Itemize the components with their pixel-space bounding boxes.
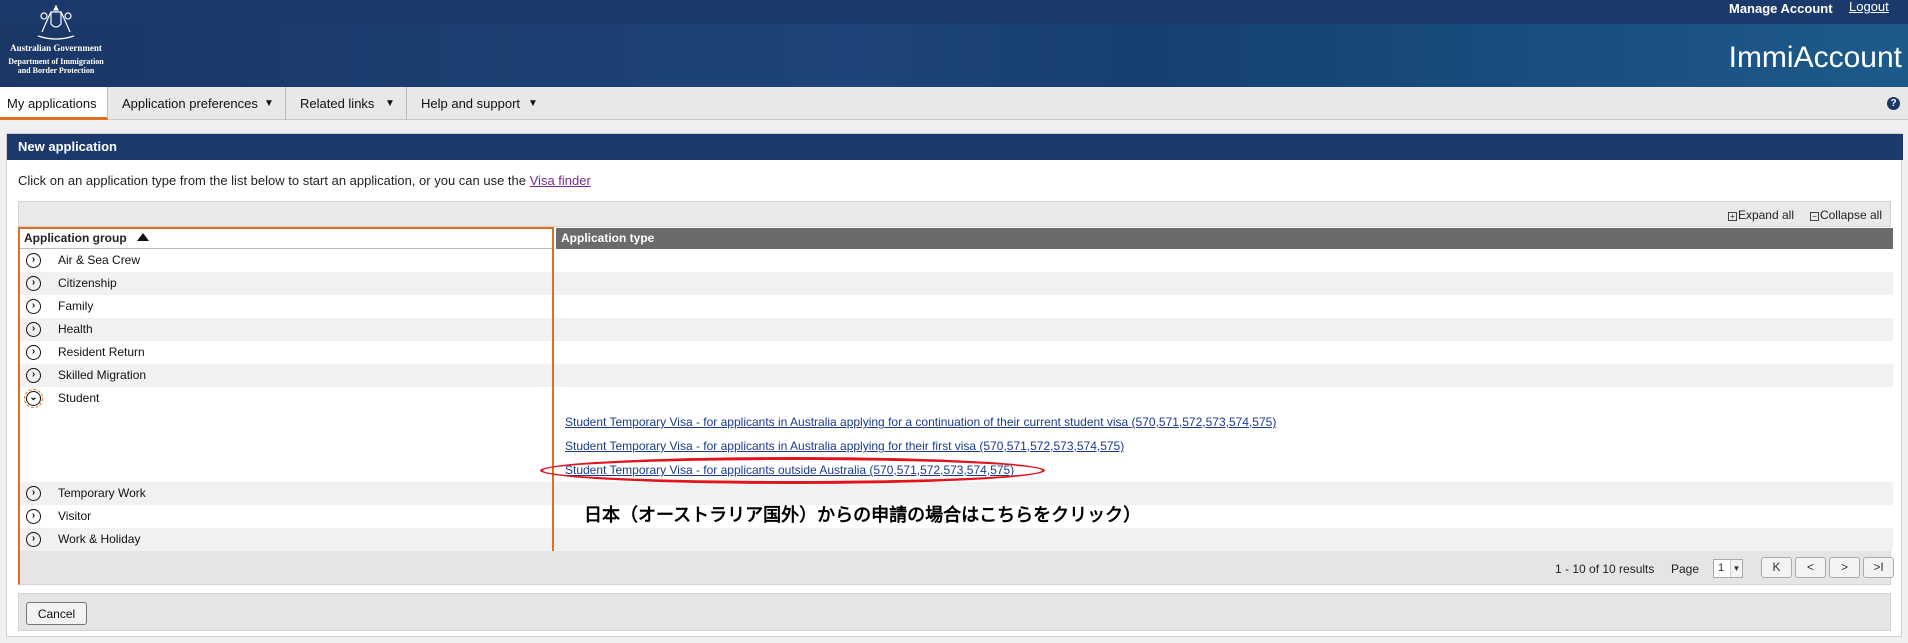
nav-menu-related-links[interactable]: Related links ▼ [286,87,407,120]
page-select-value: 1 [1718,562,1725,574]
chevron-down-icon: ▼ [1730,560,1742,577]
caret-down-icon: ▼ [385,98,395,109]
caret-down-icon: ▼ [528,98,538,109]
collapse-icon: − [1809,212,1819,221]
nav-menu-application-preferences[interactable]: Application preferences ▼ [108,87,286,120]
expand-all-button[interactable]: + Expand all [1727,208,1794,222]
panel-footer: Cancel [18,593,1891,631]
cancel-button[interactable]: Cancel [26,602,87,625]
dept-name: Department of Immigration and Border Pro… [0,57,112,75]
nav-menu-label: Application preferences [122,96,258,111]
intro-text: Click on an application type from the li… [18,173,591,188]
main-nav: My applications Application preferences … [0,87,1908,120]
first-page-button[interactable]: K [1761,557,1792,578]
manage-account-link[interactable]: Manage Account [1729,1,1833,16]
caret-down-icon: ▼ [264,98,274,109]
pager: 1 - 10 of 10 results Page 1 ▼ K < > >I [18,551,1894,585]
type-link-student-first-visa[interactable]: Student Temporary Visa - for applicants … [565,439,1124,453]
collapse-all-button[interactable]: − Collapse all [1809,208,1882,222]
column-header-application-type[interactable]: Application type [556,228,1893,249]
site-header: Australian Government Department of Immi… [0,0,1908,87]
results-count: 1 - 10 of 10 results [1555,562,1655,576]
expand-all-label: Expand all [1737,208,1794,222]
nav-tab-label: My applications [7,96,97,111]
annotation-text: 日本（オーストラリア国外）からの申請の場合はこちらをクリック） [584,505,1142,525]
nav-menu-label: Help and support [421,96,521,111]
nav-menu-help-and-support[interactable]: Help and support ▼ [407,87,544,120]
visa-finder-link[interactable]: Visa finder [530,173,591,188]
gov-name: Australian Government [10,43,102,53]
column-header-application-group[interactable]: Application group [20,227,552,249]
new-application-panel: New application Click on an application … [6,133,1903,637]
panel-title: New application [7,134,1903,160]
collapse-all-label: Collapse all [1819,208,1882,222]
dept-line-1: Department of Immigration [8,57,104,66]
page-select[interactable]: 1 ▼ [1713,559,1743,578]
brand-title: ImmiAccount [1728,41,1902,74]
help-icon[interactable]: ? [1887,97,1900,110]
page-label: Page [1671,562,1700,576]
highlight-oval [540,457,1045,484]
column-header-label: Application group [24,231,127,245]
intro-text-body: Click on an application type from the li… [18,173,530,188]
prev-page-button[interactable]: < [1795,557,1826,578]
nav-menu-label: Related links [300,96,375,111]
header-top-stripe [0,0,1908,24]
government-logo[interactable]: Australian Government Department of Immi… [0,0,112,80]
last-page-button[interactable]: >I [1863,557,1894,578]
nav-tab-my-applications[interactable]: My applications [0,87,108,120]
sort-ascending-icon [136,233,149,241]
logout-link[interactable]: Logout [1849,0,1889,14]
grid-toolbar: + Expand all − Collapse all [18,201,1891,227]
expand-icon: + [1727,212,1737,221]
dept-line-2: and Border Protection [17,66,95,75]
type-link-student-continuation[interactable]: Student Temporary Visa - for applicants … [565,415,1276,429]
next-page-button[interactable]: > [1829,557,1860,578]
group-column [20,227,554,551]
coat-of-arms-icon [37,4,75,40]
